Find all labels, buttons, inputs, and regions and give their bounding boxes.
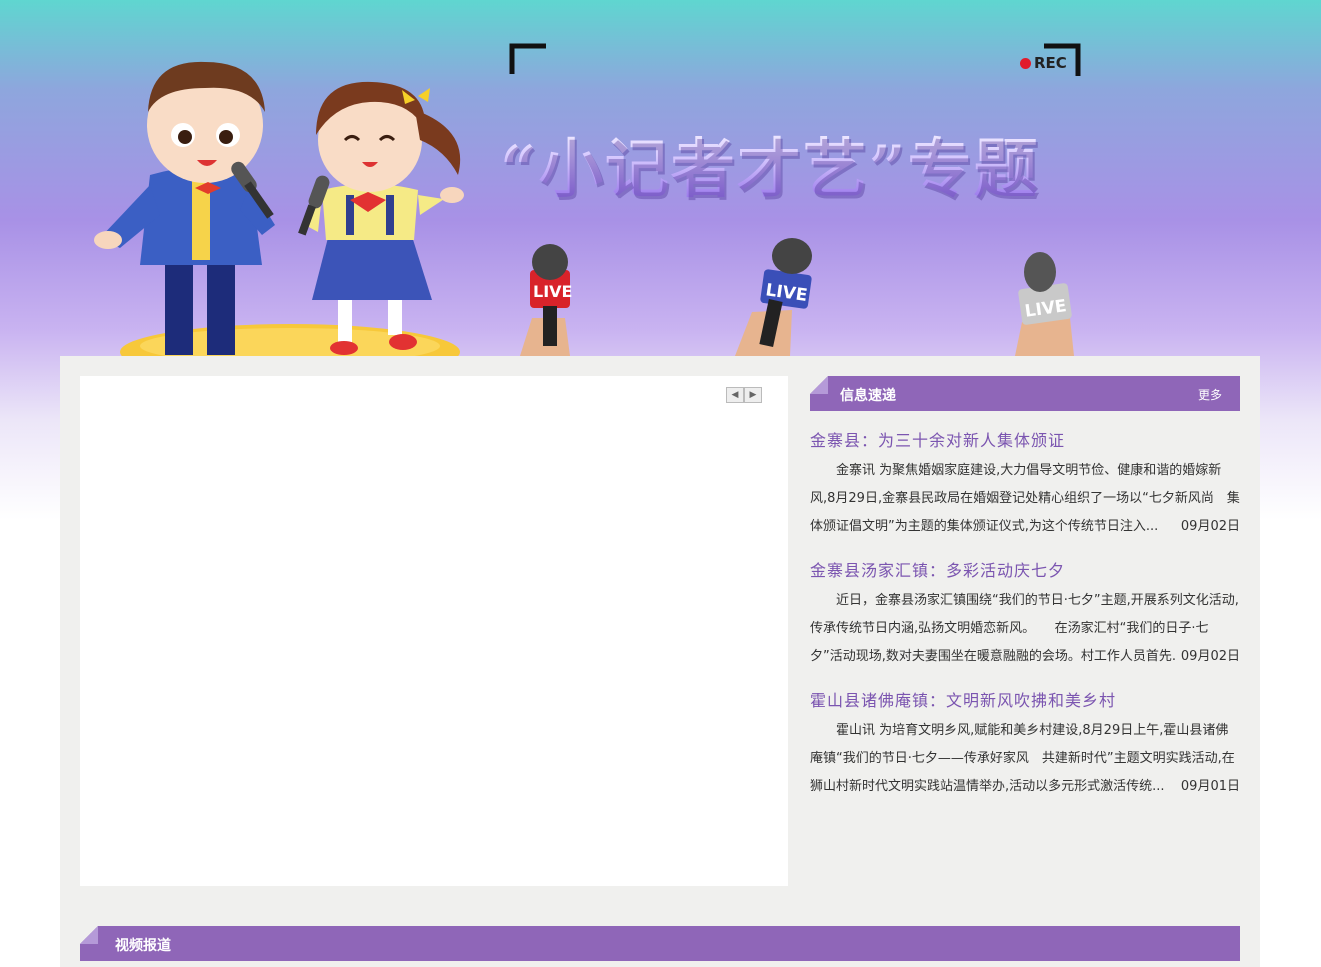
- video-section-header: 视频报道: [80, 926, 1240, 961]
- live-microphone-icon: LIVE: [520, 244, 572, 356]
- news-item-date: 09月01日: [1174, 773, 1240, 801]
- rec-indicator: REC: [1020, 54, 1067, 72]
- news-item: 金寨县汤家汇镇：多彩活动庆七夕 近日，金寨县汤家汇镇围绕“我们的节日·七夕”主题…: [810, 559, 1240, 671]
- news-item-title[interactable]: 霍山县诸佛庵镇：文明新风吹拂和美乡村: [810, 689, 1240, 713]
- news-item-title[interactable]: 金寨县汤家汇镇：多彩活动庆七夕: [810, 559, 1240, 583]
- topic-banner: LIVE LIVE LIVE “小记者才艺”专题 REC: [0, 0, 1321, 356]
- prev-slide-button[interactable]: ◀: [726, 387, 744, 403]
- triangle-left-icon: ◀: [731, 390, 739, 400]
- main-content: ◀ ▶ 信息速递 更多 金寨县：为三十余对新人集体颁证 金寨讯 为聚焦婚姻家庭建…: [60, 356, 1260, 967]
- news-item: 金寨县：为三十余对新人集体颁证 金寨讯 为聚焦婚姻家庭建设,大力倡导文明节俭、健…: [810, 429, 1240, 541]
- live-microphone-icon: LIVE: [735, 238, 812, 356]
- image-slider[interactable]: ◀ ▶: [80, 376, 788, 886]
- record-dot-icon: [1020, 58, 1031, 69]
- triangle-right-icon: ▶: [749, 390, 757, 400]
- boy-reporter-illustration: [94, 61, 275, 355]
- news-item-body: 霍山讯 为培育文明乡风,赋能和美乡村建设,8月29日上午,霍山县诸佛庵镇“我们的…: [810, 717, 1240, 801]
- news-item-body: 金寨讯 为聚焦婚姻家庭建设,大力倡导文明节俭、健康和谐的婚嫁新风,8月29日,金…: [810, 457, 1240, 541]
- news-item-date: 09月02日: [1174, 643, 1240, 671]
- rec-label: REC: [1034, 54, 1067, 72]
- news-panel: 信息速递 更多 金寨县：为三十余对新人集体颁证 金寨讯 为聚焦婚姻家庭建设,大力…: [810, 376, 1240, 886]
- news-section-header: 信息速递 更多: [810, 376, 1240, 411]
- live-microphone-icon: LIVE: [1015, 252, 1074, 356]
- slider-controls: ◀ ▶: [726, 387, 762, 403]
- news-item: 霍山县诸佛庵镇：文明新风吹拂和美乡村 霍山讯 为培育文明乡风,赋能和美乡村建设,…: [810, 689, 1240, 801]
- header-fold-decoration: [80, 926, 98, 944]
- next-slide-button[interactable]: ▶: [744, 387, 762, 403]
- news-item-title[interactable]: 金寨县：为三十余对新人集体颁证: [810, 429, 1240, 453]
- video-section-title: 视频报道: [115, 938, 171, 954]
- news-section-title: 信息速递: [840, 388, 896, 404]
- news-item-body: 近日，金寨县汤家汇镇围绕“我们的节日·七夕”主题,开展系列文化活动,传承传统节日…: [810, 587, 1240, 671]
- girl-reporter-illustration: [298, 81, 464, 355]
- more-link[interactable]: 更多: [1198, 386, 1222, 403]
- mic-label-1: LIVE: [533, 282, 572, 301]
- news-item-date: 09月02日: [1174, 513, 1240, 541]
- news-item-summary: 霍山讯 为培育文明乡风,赋能和美乡村建设,8月29日上午,霍山县诸佛庵镇“我们的…: [810, 723, 1235, 794]
- banner-title: “小记者才艺”专题: [500, 118, 1040, 210]
- header-fold-decoration: [810, 376, 828, 394]
